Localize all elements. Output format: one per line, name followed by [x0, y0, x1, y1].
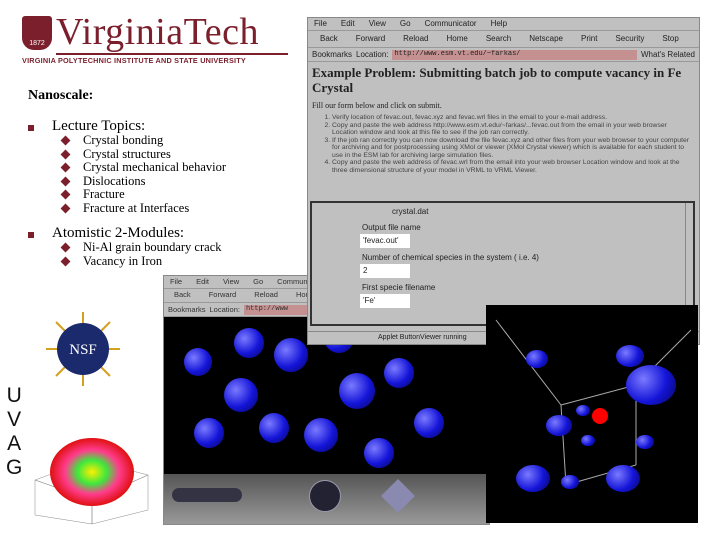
atom-sphere [304, 418, 338, 452]
menu-item[interactable]: File [170, 277, 182, 287]
logo-name: VirginiaTech [56, 11, 259, 53]
letter: A [7, 432, 22, 455]
bullet-diamond-icon [60, 176, 71, 186]
menu-item[interactable]: File [314, 19, 327, 29]
nsf-text: NSF [69, 342, 97, 358]
letter: V [7, 408, 22, 431]
vacancy-marker [592, 408, 608, 424]
shield-icon: 1872 [22, 16, 52, 50]
toolbar-button[interactable]: Forward [356, 34, 385, 44]
menu-item[interactable]: Go [253, 277, 263, 287]
output-file-input[interactable]: 'fevac.out' [360, 234, 410, 248]
item-label: Fracture at Interfaces [83, 200, 190, 215]
atom-sphere [626, 365, 676, 405]
toolbar-button[interactable]: Stop [662, 34, 678, 44]
bullet-diamond-icon [60, 135, 71, 146]
3d-surface-plot [30, 420, 152, 526]
page-title: Example Problem: Submitting batch job to… [312, 65, 682, 95]
slider-control[interactable] [172, 488, 242, 502]
uva-letters: U V A G [6, 384, 22, 480]
bullet-diamond-icon [60, 189, 71, 200]
field-label: Number of chemical species in the system… [362, 253, 539, 262]
toolbar-button[interactable]: Home [447, 34, 468, 44]
toolbar-button[interactable]: Security [615, 34, 644, 44]
atom-sphere [526, 350, 548, 368]
navigate-icon[interactable] [381, 479, 415, 513]
field-label: Output file name [362, 223, 421, 232]
location-bar: Bookmarks Location: http://www.esm.vt.ed… [308, 48, 699, 62]
bullet-square-icon [28, 232, 34, 238]
page-heading: Nanoscale: [28, 88, 94, 103]
atom-sphere [234, 328, 264, 358]
bullet-diamond-icon [60, 256, 71, 266]
steps-list: Verify location of fevac.out, fevac.xyz … [308, 112, 699, 174]
menu-item[interactable]: Edit [196, 277, 209, 287]
frame-title: crystal.dat [392, 207, 429, 216]
url-input[interactable]: http://www.esm.vt.edu/~farkas/ [392, 49, 637, 60]
atom-sphere [384, 358, 414, 388]
bookmarks-button[interactable]: Bookmarks [168, 305, 206, 314]
atom-sphere [414, 408, 444, 438]
atom-sphere [194, 418, 224, 448]
bookmarks-button[interactable]: Bookmarks [312, 50, 352, 59]
browser-window-form: File Edit View Go Communicator Help Back Forwa… [307, 17, 700, 345]
bullet-diamond-icon [60, 162, 71, 173]
letter: G [6, 456, 23, 479]
bullet-diamond-icon [60, 203, 71, 213]
menu-item[interactable]: Edit [341, 19, 355, 29]
letter: U [6, 384, 22, 407]
lattice-edge [560, 384, 637, 406]
atom-sphere [606, 465, 640, 493]
vrml-nav-bar [164, 474, 489, 524]
toolbar-button[interactable]: Reload [254, 290, 278, 301]
intro-text: Fill our form below and click on submit. [312, 101, 442, 110]
divider [56, 53, 288, 55]
atom-sphere [184, 348, 212, 376]
toolbar: Back Forward Reload Home Search Netscape Print… [308, 31, 699, 48]
atom-sphere [516, 465, 550, 493]
menu-item[interactable]: Go [400, 19, 411, 29]
toolbar-button[interactable]: Forward [209, 290, 237, 301]
field-label: First specie filename [362, 283, 436, 292]
atom-sphere [274, 338, 308, 372]
atom-sphere [339, 373, 375, 409]
first-specie-input[interactable]: 'Fe' [360, 294, 410, 308]
toolbar-button[interactable]: Print [581, 34, 597, 44]
item-label: Vacancy in Iron [83, 253, 163, 268]
bullet-diamond-icon [60, 149, 71, 159]
whats-related-button[interactable]: What's Related [641, 50, 695, 59]
logo-subtitle: VIRGINIA POLYTECHNIC INSTITUTE AND STATE… [22, 56, 246, 65]
toolbar-button[interactable]: Search [486, 34, 511, 44]
menu-item[interactable]: Communicator [425, 19, 477, 29]
atom-sphere [224, 378, 258, 412]
atom-sphere [259, 413, 289, 443]
location-label: Location: [209, 305, 240, 314]
step-item: Copy and paste the web address http://ww… [332, 122, 689, 137]
menu-bar: File Edit View Go Communicator Help [308, 18, 699, 31]
menu-item[interactable]: Help [491, 19, 507, 29]
toolbar-button[interactable]: Reload [403, 34, 428, 44]
atom-sphere [546, 415, 572, 436]
step-item: Copy and paste the web address of fevac.… [332, 159, 689, 174]
toolbar-button[interactable]: Back [174, 290, 191, 301]
toolbar-button[interactable]: Back [320, 34, 338, 44]
menu-item[interactable]: View [223, 277, 239, 287]
species-count-input[interactable]: 2 [360, 264, 410, 278]
virginia-tech-logo: 1872 VirginiaTech VIRGINIA POLYTECHNIC I… [20, 11, 288, 70]
toolbar-button[interactable]: Netscape [529, 34, 563, 44]
bullet-square-icon [28, 125, 34, 131]
atom-sphere [364, 438, 394, 468]
step-item: Verify location of fevac.out, fevac.xyz … [332, 114, 689, 122]
surface [50, 438, 134, 506]
location-label: Location: [356, 50, 389, 59]
globe-icon[interactable] [309, 480, 341, 512]
vacancy-3d-view[interactable] [486, 305, 698, 523]
nsf-seal: NSF [38, 310, 128, 388]
menu-item[interactable]: View [369, 19, 386, 29]
step-item: If the job ran correctly you can now dow… [332, 137, 689, 160]
bullet-diamond-icon [60, 242, 71, 253]
